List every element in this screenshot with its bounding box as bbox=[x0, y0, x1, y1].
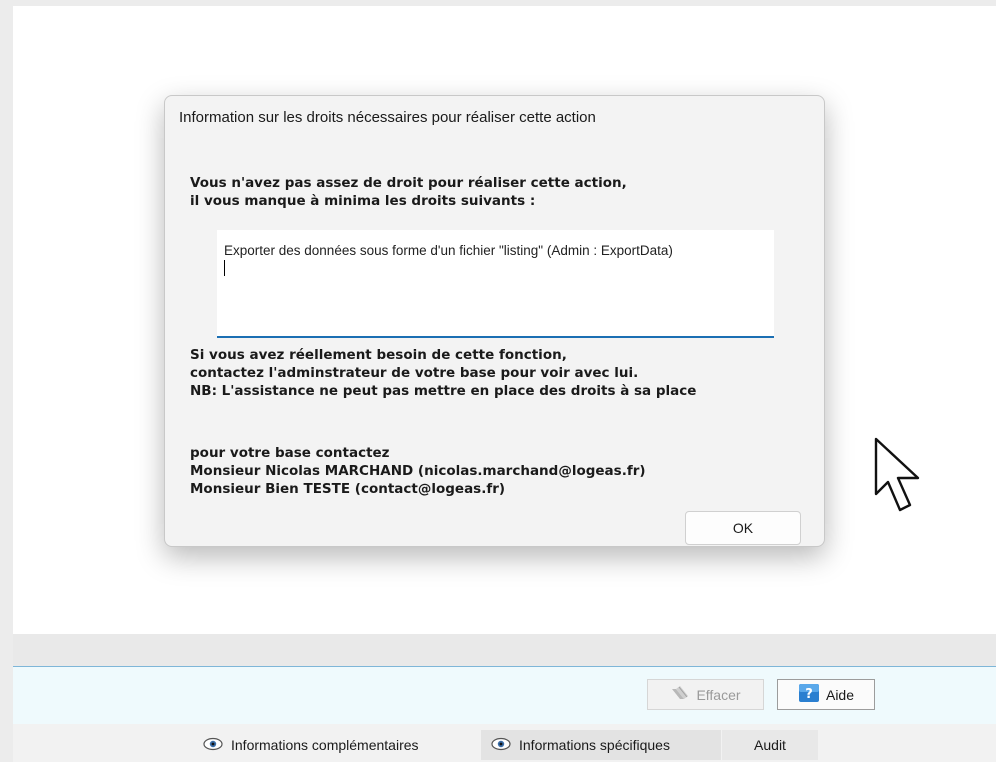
contacts-heading: pour votre base contactez bbox=[190, 445, 390, 461]
tab-informations-specifiques[interactable]: Informations spécifiques bbox=[481, 730, 721, 760]
eye-icon bbox=[491, 737, 511, 754]
tab-label: Informations spécifiques bbox=[519, 737, 670, 753]
help-icon: ? bbox=[798, 683, 820, 706]
tab-label: Audit bbox=[754, 737, 786, 753]
ok-button[interactable]: OK bbox=[685, 511, 801, 545]
contact-2: Monsieur Bien TESTE (contact@logeas.fr) bbox=[190, 481, 506, 497]
svg-text:?: ? bbox=[805, 687, 813, 702]
tab-label: Informations complémentaires bbox=[231, 737, 419, 753]
dialog-title: Information sur les droits nécessaires p… bbox=[179, 109, 596, 126]
contact-1: Monsieur Nicolas MARCHAND (nicolas.march… bbox=[190, 463, 646, 479]
aide-label: Aide bbox=[825, 686, 855, 703]
missing-rights-message: Vous n'avez pas assez de droit pour réal… bbox=[190, 174, 627, 210]
rights-textarea[interactable]: Exporter des données sous forme d'un fic… bbox=[217, 230, 774, 338]
admin-line-2: contactez l'adminstrateur de votre base … bbox=[190, 365, 639, 381]
message-line-1: Vous n'avez pas assez de droit pour réal… bbox=[190, 175, 627, 191]
tab-informations-complementaires[interactable]: Informations complémentaires bbox=[193, 730, 475, 760]
admin-line-3: NB: L'assistance ne peut pas mettre en p… bbox=[190, 383, 697, 399]
effacer-button[interactable]: Effacer bbox=[647, 679, 764, 710]
eraser-icon bbox=[670, 685, 690, 704]
contacts-block: pour votre base contactez Monsieur Nicol… bbox=[190, 444, 646, 498]
effacer-label: Effacer bbox=[696, 686, 741, 703]
message-line-2: il vous manque à minima les droits suiva… bbox=[190, 193, 536, 209]
eye-icon bbox=[203, 737, 223, 754]
contact-admin-message: Si vous avez réellement besoin de cette … bbox=[190, 346, 696, 400]
rights-dialog: Information sur les droits nécessaires p… bbox=[164, 95, 825, 547]
tab-audit[interactable]: Audit bbox=[722, 730, 818, 760]
mouse-pointer-icon bbox=[873, 436, 925, 523]
admin-line-1: Si vous avez réellement besoin de cette … bbox=[190, 347, 567, 363]
separator-band bbox=[13, 634, 996, 666]
text-caret bbox=[224, 260, 225, 276]
aide-button[interactable]: ? Aide bbox=[777, 679, 875, 710]
rights-text: Exporter des données sous forme d'un fic… bbox=[224, 243, 673, 258]
